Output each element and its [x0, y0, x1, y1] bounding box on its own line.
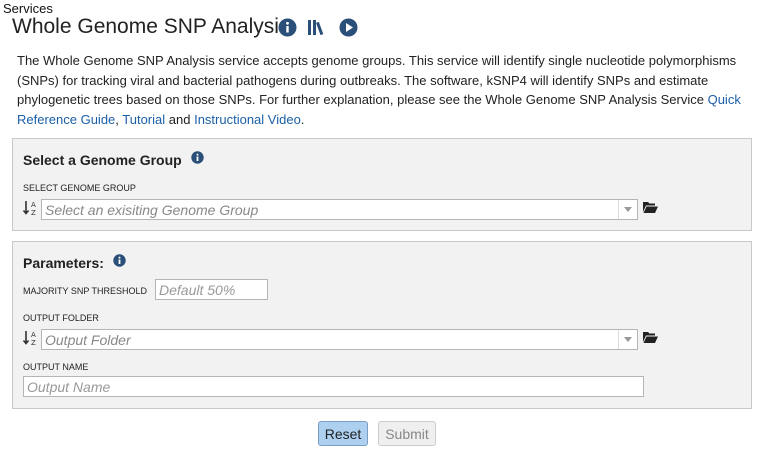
tutorial-link[interactable]: Tutorial [122, 112, 165, 127]
chevron-down-icon[interactable] [618, 200, 637, 219]
genome-group-panel-title: Select a Genome Group [23, 152, 182, 168]
parameters-panel-title: Parameters: [23, 255, 104, 271]
info-icon[interactable] [278, 18, 297, 37]
majority-snp-threshold-placeholder: Default 50% [159, 282, 236, 298]
reset-button[interactable]: Reset [318, 421, 368, 446]
output-folder-placeholder: Output Folder [45, 332, 131, 348]
majority-snp-threshold-input[interactable]: Default 50% [155, 279, 268, 300]
folder-open-icon[interactable] [642, 200, 659, 219]
output-name-input[interactable]: Output Name [23, 376, 644, 397]
genome-group-select[interactable]: Select an exisiting Genome Group [41, 199, 638, 220]
svg-text:Z: Z [31, 339, 36, 347]
svg-text:A: A [31, 331, 36, 339]
folder-open-icon[interactable] [642, 330, 659, 349]
submit-button[interactable]: Submit [378, 421, 436, 446]
output-name-label: OUTPUT NAME [23, 362, 89, 372]
title-icons [278, 18, 358, 37]
genome-group-placeholder: Select an exisiting Genome Group [45, 202, 259, 218]
info-icon[interactable] [191, 151, 204, 169]
description-end: . [300, 111, 305, 127]
service-description: The Whole Genome SNP Analysis service ac… [17, 51, 752, 129]
output-folder-select[interactable]: Output Folder [41, 329, 638, 350]
genome-group-label: SELECT GENOME GROUP [23, 183, 136, 193]
sort-az-icon[interactable]: AZ [22, 329, 39, 347]
svg-text:Z: Z [31, 209, 36, 217]
genome-group-panel: Select a Genome Group SELECT GENOME GROU… [12, 138, 752, 231]
description-text: The Whole Genome SNP Analysis service ac… [17, 53, 737, 107]
sort-az-icon[interactable]: AZ [22, 199, 39, 217]
parameters-panel: Parameters: MAJORITY SNP THRESHOLD Defau… [12, 241, 752, 409]
output-name-placeholder: Output Name [27, 379, 111, 395]
chevron-down-icon[interactable] [618, 330, 637, 349]
description-separator: and [165, 111, 195, 127]
svg-text:A: A [31, 201, 36, 209]
play-icon[interactable] [339, 18, 358, 37]
majority-snp-threshold-label: MAJORITY SNP THRESHOLD [23, 286, 148, 296]
instructional-video-link[interactable]: Instructional Video [194, 112, 301, 127]
info-icon[interactable] [113, 254, 126, 272]
page-title: Whole Genome SNP Analysis [12, 15, 290, 38]
output-folder-label: OUTPUT FOLDER [23, 313, 99, 323]
library-icon[interactable] [307, 18, 329, 37]
breadcrumb[interactable]: Services [3, 1, 53, 16]
